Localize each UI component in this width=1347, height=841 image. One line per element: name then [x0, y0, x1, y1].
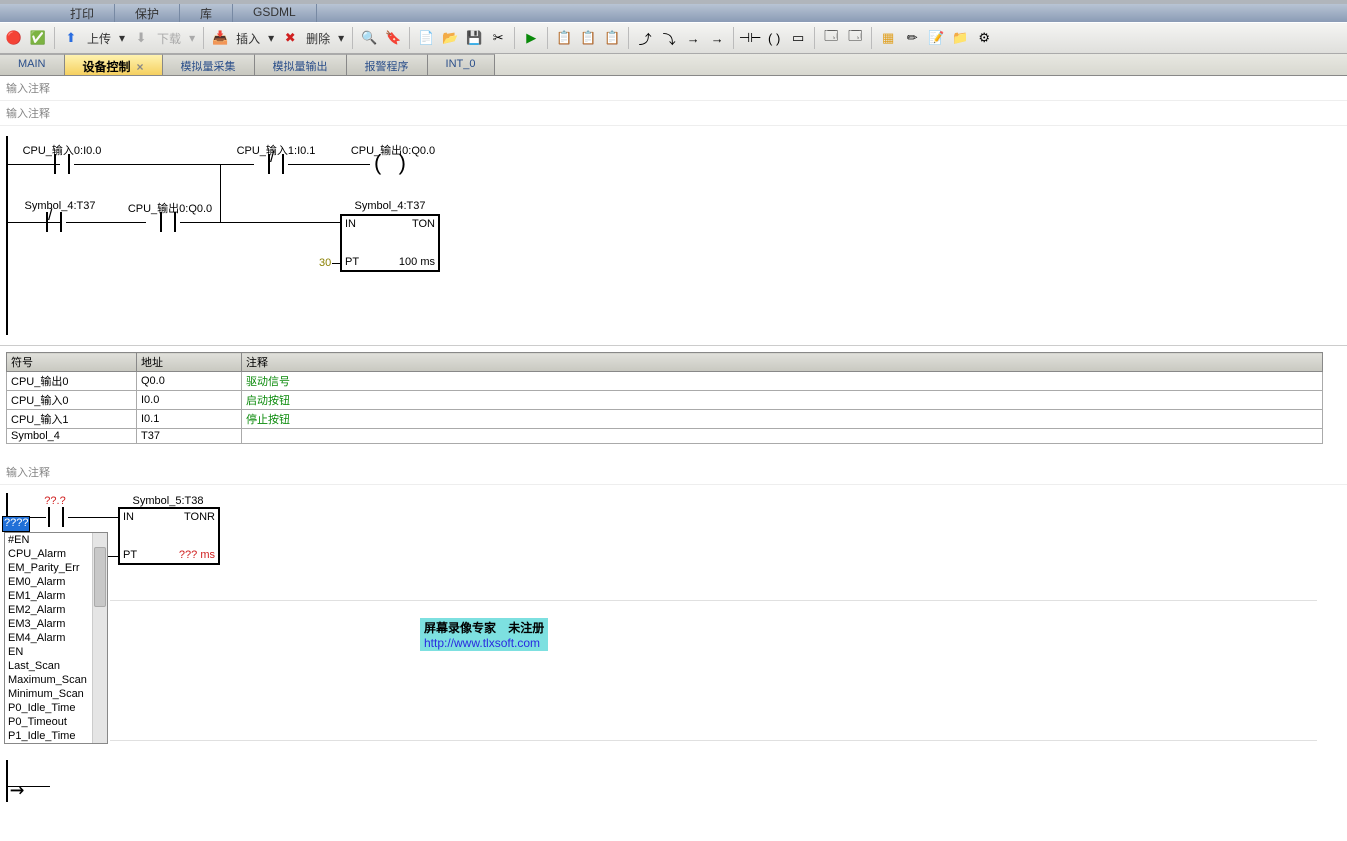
branch2-icon[interactable]: ⤵	[659, 28, 679, 48]
delete-icon[interactable]: ✖	[280, 28, 300, 48]
open-icon[interactable]: 📂	[440, 28, 460, 48]
menu-gsdml[interactable]: GSDML	[233, 4, 317, 22]
close-icon[interactable]: ×	[137, 60, 144, 74]
pt-value: 30	[319, 257, 331, 269]
value-input[interactable]: ????	[2, 516, 30, 532]
new-icon[interactable]: 📄	[416, 28, 436, 48]
table-row[interactable]: CPU_输入1I0.1停止按钮	[7, 410, 1323, 429]
nc-contact[interactable]: /	[264, 152, 288, 176]
scrollbar[interactable]	[92, 533, 107, 743]
tab-int0[interactable]: INT_0	[428, 54, 495, 75]
network-comment-3[interactable]: 输入注释	[0, 460, 1347, 485]
toolbar: 🔴 ✅ ⬆ 上传 ▾ ⬇ 下载 ▾ 📥 插入 ▾ ✖ 删除 ▾ 🔍 🔖 📄 📂 …	[0, 22, 1347, 54]
block-label: Symbol_4:T37	[355, 200, 426, 212]
branch-icon[interactable]: ⤴	[635, 28, 655, 48]
window2-icon[interactable]: 🗔	[845, 28, 865, 48]
block-label: Symbol_5:T38	[133, 495, 204, 507]
tab-device-control[interactable]: 设备控制 ×	[65, 54, 163, 75]
tab-analog-out[interactable]: 模拟量输出	[255, 54, 347, 75]
box-icon[interactable]: ▭	[788, 28, 808, 48]
pin-pt: PT	[123, 549, 137, 561]
save-icon[interactable]: 💾	[464, 28, 484, 48]
network-comment-2[interactable]: 输入注释	[0, 101, 1347, 126]
contact-icon[interactable]: ⊣⊢	[740, 28, 760, 48]
clipboard-icon[interactable]: 📋	[602, 28, 622, 48]
stop-icon[interactable]: 🔴	[4, 28, 24, 48]
tab-analog-in[interactable]: 模拟量采集	[163, 54, 255, 75]
paste-icon[interactable]: 📋	[578, 28, 598, 48]
coil-icon[interactable]: ( )	[764, 28, 784, 48]
upload-arrow-icon[interactable]: ⬆	[61, 28, 81, 48]
pin-in: IN	[123, 511, 134, 523]
ladder-rung-2[interactable]: ??.? Symbol_5:T38 IN TONR PT ??? ms	[0, 485, 1347, 575]
table-row[interactable]: Symbol_4T37	[7, 429, 1323, 444]
tab-label: 设备控制	[83, 60, 131, 74]
col-address[interactable]: 地址	[137, 353, 242, 372]
end-rung-icon: →	[10, 775, 24, 803]
table-row[interactable]: CPU_输出0Q0.0驱动信号	[7, 372, 1323, 391]
col-symbol[interactable]: 符号	[7, 353, 137, 372]
menubar: 打印 保护 库 GSDML	[0, 4, 1347, 22]
pin-tonr: TONR	[184, 511, 215, 523]
insert-button[interactable]: 插入	[234, 30, 262, 47]
ladder-rung-1[interactable]: CPU_输入0:I0.0 CPU_输入1:I0.1 / CPU_输出0:Q0.0…	[0, 126, 1347, 346]
copy-icon[interactable]: 📋	[554, 28, 574, 48]
symbol-table[interactable]: 符号 地址 注释 CPU_输出0Q0.0驱动信号 CPU_输入0I0.0启动按钮…	[6, 352, 1323, 444]
tab-main[interactable]: MAIN	[0, 54, 65, 75]
pin-in: IN	[345, 218, 356, 230]
menu-library[interactable]: 库	[180, 4, 233, 22]
props-icon[interactable]: ⚙	[974, 28, 994, 48]
run-icon[interactable]: ▶	[521, 28, 541, 48]
upload-button[interactable]: 上传	[85, 30, 113, 47]
network-comment-1[interactable]: 输入注释	[0, 76, 1347, 101]
pin-ptval: 100 ms	[399, 256, 435, 268]
menu-protect[interactable]: 保护	[115, 4, 180, 22]
no-contact[interactable]	[50, 152, 74, 176]
edit-icon[interactable]: ✏	[902, 28, 922, 48]
nc-contact[interactable]: /	[42, 210, 66, 234]
goto-icon[interactable]: 🔍	[359, 28, 379, 48]
pin-ptval: ??? ms	[179, 549, 215, 561]
insert-icon[interactable]: 📥	[210, 28, 230, 48]
tab-alarm[interactable]: 报警程序	[347, 54, 428, 75]
check-icon[interactable]: ✅	[28, 28, 48, 48]
delete-button[interactable]: 删除	[304, 30, 332, 47]
note-icon[interactable]: 📝	[926, 28, 946, 48]
folder-icon[interactable]: 📁	[950, 28, 970, 48]
pin-pt: PT	[345, 256, 359, 268]
autocomplete-dropdown[interactable]: #EN CPU_Alarm EM_Parity_Err EM0_Alarm EM…	[4, 532, 108, 744]
table-row[interactable]: CPU_输入0I0.0启动按钮	[7, 391, 1323, 410]
window-icon[interactable]: 🗔	[821, 28, 841, 48]
editor-area[interactable]: 输入注释 输入注释 CPU_输入0:I0.0 CPU_输入1:I0.1 / CP…	[0, 76, 1347, 575]
watermark-link: http://www.tlxsoft.com	[424, 636, 540, 650]
output-coil[interactable]	[370, 154, 410, 178]
download-arrow-icon: ⬇	[131, 28, 151, 48]
col-comment[interactable]: 注释	[242, 353, 1323, 372]
bookmark-icon[interactable]: 🔖	[383, 28, 403, 48]
tabbar: MAIN 设备控制 × 模拟量采集 模拟量输出 报警程序 INT_0	[0, 54, 1347, 76]
no-contact[interactable]	[156, 210, 180, 234]
timer-block[interactable]: IN TON PT 100 ms	[340, 214, 440, 272]
scroll-thumb[interactable]	[94, 547, 106, 607]
pin-ton: TON	[412, 218, 435, 230]
line-icon[interactable]: →	[683, 28, 703, 48]
download-button: 下载	[155, 30, 183, 47]
line2-icon[interactable]: →	[707, 28, 727, 48]
timer-block-2[interactable]: IN TONR PT ??? ms	[118, 507, 220, 565]
table-icon[interactable]: ▦	[878, 28, 898, 48]
no-contact[interactable]	[44, 505, 68, 529]
cut-icon[interactable]: ✂	[488, 28, 508, 48]
watermark: 屏幕录像专家 未注册 http://www.tlxsoft.com	[420, 618, 548, 651]
menu-print[interactable]: 打印	[50, 4, 115, 22]
